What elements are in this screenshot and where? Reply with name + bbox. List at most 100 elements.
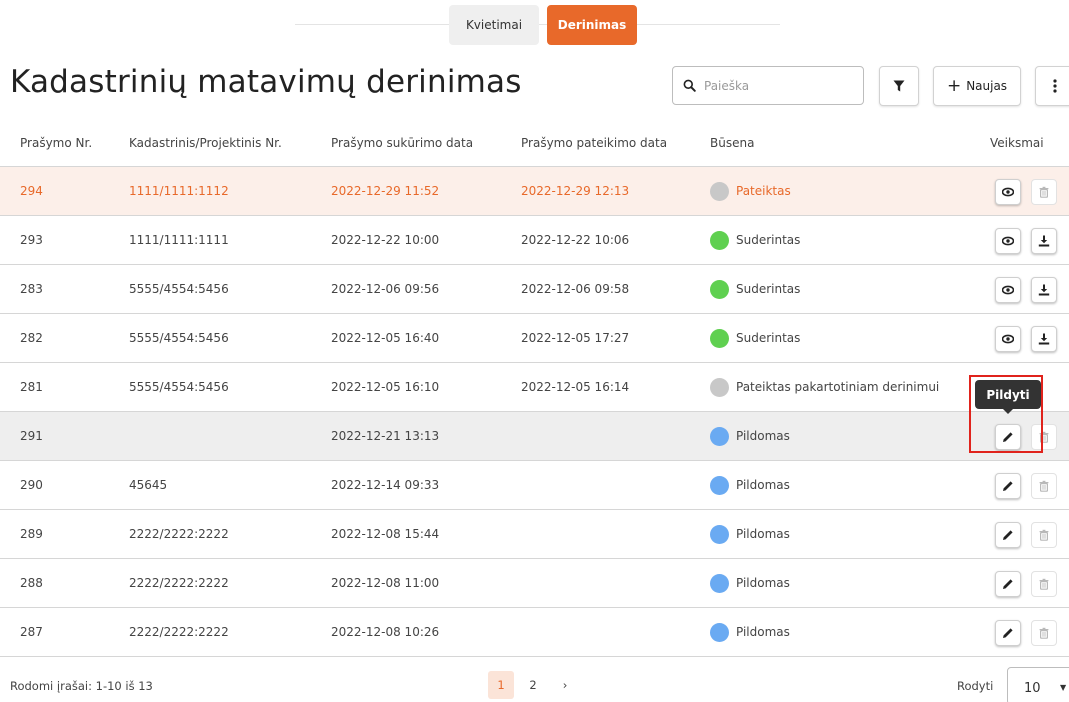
column-header-kadastrinis[interactable]: Kadastrinis/Projektinis Nr.	[129, 136, 282, 150]
view-button[interactable]	[995, 326, 1021, 352]
cell-created-date: 2022-12-08 15:44	[331, 527, 440, 541]
cell-created-date: 2022-12-21 13:13	[331, 429, 440, 443]
edit-button[interactable]	[995, 620, 1021, 646]
download-icon	[1038, 235, 1050, 247]
status-dot	[710, 574, 729, 593]
page-1-button[interactable]: 1	[488, 671, 514, 699]
search-input[interactable]	[704, 78, 854, 93]
eye-icon	[1002, 284, 1014, 296]
page-size-select[interactable]: 10 ▼	[1007, 667, 1069, 702]
cell-status: Pildomas	[736, 576, 790, 590]
cell-cadastral-number: 5555/4554:5456	[129, 331, 229, 345]
new-button[interactable]: + Naujas	[933, 66, 1021, 106]
eye-icon	[1002, 235, 1014, 247]
tab-derinimas[interactable]: Derinimas	[547, 5, 637, 45]
cell-request-number: 287	[20, 625, 43, 639]
edit-button[interactable]	[995, 522, 1021, 548]
table-row[interactable]: 289 2222/2222:2222 2022-12-08 15:44 Pildoma…	[0, 510, 1069, 559]
eye-icon	[1002, 333, 1014, 345]
filter-icon	[893, 80, 905, 92]
cell-created-date: 2022-12-08 11:00	[331, 576, 440, 590]
view-button[interactable]	[995, 228, 1021, 254]
download-icon	[1038, 284, 1050, 296]
search-box[interactable]	[672, 66, 864, 105]
search-icon	[683, 79, 696, 92]
delete-button[interactable]	[1031, 473, 1057, 499]
cell-cadastral-number: 45645	[129, 478, 168, 492]
table-row[interactable]: 281 5555/4554:5456 2022-12-05 16:10 2022-12…	[0, 363, 1069, 412]
column-header-status[interactable]: Būsena	[710, 136, 754, 150]
cell-request-number: 283	[20, 282, 43, 296]
tab-kvietimai[interactable]: Kvietimai	[449, 5, 539, 45]
column-header-actions: Veiksmai	[990, 136, 1044, 150]
delete-button[interactable]	[1031, 620, 1057, 646]
page-2-button[interactable]: 2	[520, 671, 546, 699]
cell-created-date: 2022-12-08 10:26	[331, 625, 440, 639]
cell-request-number: 291	[20, 429, 43, 443]
cell-request-number: 288	[20, 576, 43, 590]
status-dot	[710, 329, 729, 348]
delete-button[interactable]	[1031, 571, 1057, 597]
column-header-created[interactable]: Prašymo sukūrimo data	[331, 136, 473, 150]
status-dot	[710, 476, 729, 495]
cell-submitted-date: 2022-12-05 17:27	[521, 331, 630, 345]
cell-request-number: 290	[20, 478, 43, 492]
cell-cadastral-number: 5555/4554:5456	[129, 380, 229, 394]
download-button[interactable]	[1031, 326, 1057, 352]
more-vertical-icon	[1053, 79, 1057, 93]
cell-cadastral-number: 2222/2222:2222	[129, 527, 229, 541]
cell-request-number: 289	[20, 527, 43, 541]
table-row[interactable]: 290 45645 2022-12-14 09:33 Pildomas	[0, 461, 1069, 510]
page-title: Kadastrinių matavimų derinimas	[10, 64, 522, 100]
download-icon	[1038, 333, 1050, 345]
cell-cadastral-number: 2222/2222:2222	[129, 576, 229, 590]
cell-request-number: 282	[20, 331, 43, 345]
table-row[interactable]: 294 1111/1111:1112 2022-12-29 11:52 2022-12…	[0, 167, 1069, 216]
column-header-submitted[interactable]: Prašymo pateikimo data	[521, 136, 667, 150]
pencil-icon	[1002, 627, 1014, 639]
cell-status: Pildomas	[736, 625, 790, 639]
page-size-label: Rodyti	[957, 679, 994, 693]
download-button[interactable]	[1031, 277, 1057, 303]
delete-button[interactable]	[1031, 522, 1057, 548]
view-button[interactable]	[995, 179, 1021, 205]
cell-cadastral-number: 1111/1111:1112	[129, 184, 229, 198]
cell-created-date: 2022-12-14 09:33	[331, 478, 440, 492]
pagination: 1 2 ›	[488, 671, 578, 699]
cell-status: Pateiktas	[736, 184, 791, 198]
cell-created-date: 2022-12-06 09:56	[331, 282, 440, 296]
edit-button[interactable]	[995, 571, 1021, 597]
status-dot	[710, 280, 729, 299]
cell-status: Suderintas	[736, 282, 801, 296]
plus-icon: +	[946, 75, 962, 96]
cell-cadastral-number: 1111/1111:1111	[129, 233, 229, 247]
cell-submitted-date: 2022-12-29 12:13	[521, 184, 630, 198]
view-button[interactable]	[995, 277, 1021, 303]
trash-icon	[1038, 480, 1050, 492]
cell-status: Pateiktas pakartotiniam derinimui	[736, 380, 940, 394]
edit-button[interactable]	[995, 473, 1021, 499]
cell-cadastral-number: 5555/4554:5456	[129, 282, 229, 296]
status-dot	[710, 182, 729, 201]
cell-status: Pildomas	[736, 478, 790, 492]
filter-button[interactable]	[879, 66, 919, 106]
cell-status: Suderintas	[736, 233, 801, 247]
cell-request-number: 281	[20, 380, 43, 394]
table-row[interactable]: 291 2022-12-21 13:13 Pildomas	[0, 412, 1069, 461]
more-button[interactable]	[1035, 66, 1069, 106]
table-row[interactable]: 283 5555/4554:5456 2022-12-06 09:56 2022-12…	[0, 265, 1069, 314]
cell-request-number: 293	[20, 233, 43, 247]
pencil-icon	[1002, 529, 1014, 541]
table-row[interactable]: 288 2222/2222:2222 2022-12-08 11:00 Pildoma…	[0, 559, 1069, 608]
new-button-label: Naujas	[966, 79, 1008, 93]
cell-created-date: 2022-12-22 10:00	[331, 233, 440, 247]
eye-icon	[1002, 186, 1014, 198]
delete-button[interactable]	[1031, 179, 1057, 205]
table-row[interactable]: 282 5555/4554:5456 2022-12-05 16:40 2022-12…	[0, 314, 1069, 363]
download-button[interactable]	[1031, 228, 1057, 254]
cell-created-date: 2022-12-05 16:10	[331, 380, 440, 394]
table-row[interactable]: 293 1111/1111:1111 2022-12-22 10:00 2022-12…	[0, 216, 1069, 265]
next-page-button[interactable]: ›	[552, 671, 578, 699]
column-header-nr[interactable]: Prašymo Nr.	[20, 136, 92, 150]
table-row[interactable]: 287 2222/2222:2222 2022-12-08 10:26 Pildoma…	[0, 608, 1069, 657]
